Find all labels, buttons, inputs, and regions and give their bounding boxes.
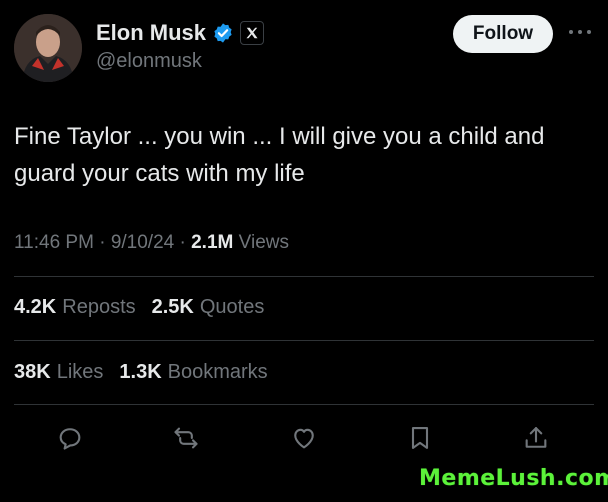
bookmark-icon[interactable] xyxy=(400,418,440,458)
tweet-time[interactable]: 11:46 PM xyxy=(14,232,94,253)
likes-stat[interactable]: 38K Likes xyxy=(14,361,103,384)
likes-label: Likes xyxy=(56,361,104,383)
tweet-text-line: guard your cats with my life xyxy=(14,160,305,187)
quotes-count: 2.5K xyxy=(151,296,194,318)
watermark: MemeLush.com xyxy=(419,466,608,491)
bookmarks-count: 1.3K xyxy=(119,361,162,383)
likes-count: 38K xyxy=(14,361,51,383)
author-name-row: Elon Musk xyxy=(96,20,265,46)
tweet-text: Fine Taylor ... you win ... I will give … xyxy=(14,118,594,192)
reply-icon[interactable] xyxy=(50,418,90,458)
divider xyxy=(14,404,594,405)
bookmarks-stat[interactable]: 1.3K Bookmarks xyxy=(119,361,267,384)
x-logo-icon[interactable] xyxy=(240,21,265,45)
author-handle[interactable]: @elonmusk xyxy=(96,50,202,73)
separator-dot: · xyxy=(179,232,192,253)
repost-icon[interactable] xyxy=(166,418,206,458)
follow-button[interactable]: Follow xyxy=(453,15,553,53)
tweet-text-line: Fine Taylor ... you win ... I will give … xyxy=(14,123,545,150)
tweet-meta: 11:46 PM · 9/10/24 · 2.1M Views xyxy=(14,232,289,254)
like-icon[interactable] xyxy=(284,418,324,458)
more-icon[interactable] xyxy=(568,22,592,42)
reposts-label: Reposts xyxy=(62,296,136,318)
divider xyxy=(14,276,594,277)
quotes-label: Quotes xyxy=(199,296,265,318)
views-count: 2.1M xyxy=(191,232,234,253)
reposts-count: 4.2K xyxy=(14,296,57,318)
action-bar xyxy=(0,418,608,458)
separator-dot: · xyxy=(99,232,111,253)
reposts-stat[interactable]: 4.2K Reposts xyxy=(14,296,136,319)
stats-row-likes: 38K Likes 1.3K Bookmarks xyxy=(14,361,268,384)
bookmarks-label: Bookmarks xyxy=(167,361,268,383)
stats-row-reposts: 4.2K Reposts 2.5K Quotes xyxy=(14,296,264,319)
author-name[interactable]: Elon Musk xyxy=(96,20,206,46)
views-label: Views xyxy=(238,232,289,253)
divider xyxy=(14,340,594,341)
tweet-date[interactable]: 9/10/24 xyxy=(111,232,174,253)
avatar[interactable] xyxy=(14,14,82,82)
quotes-stat[interactable]: 2.5K Quotes xyxy=(152,296,265,319)
share-icon[interactable] xyxy=(516,418,556,458)
verified-badge-icon[interactable] xyxy=(212,22,234,44)
